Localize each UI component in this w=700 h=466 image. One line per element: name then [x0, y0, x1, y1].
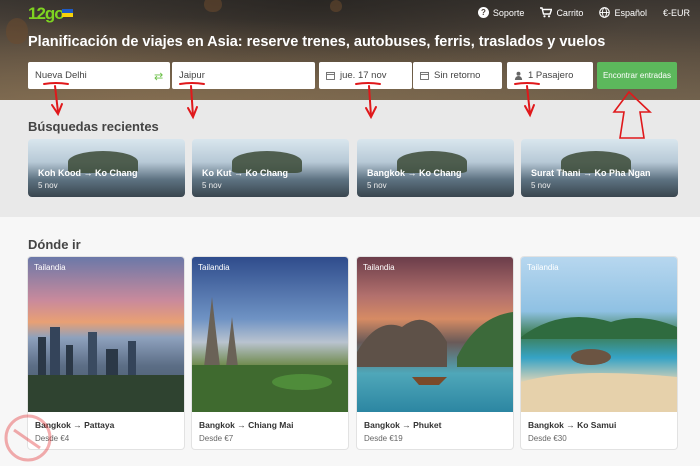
person-icon — [514, 71, 523, 80]
top-navigation: ? Soporte Carrito Español €-EUR — [477, 7, 690, 18]
recent-date: 5 nov — [202, 181, 222, 190]
recent-search-card[interactable]: Ko Kut → Ko Chang 5 nov — [192, 139, 349, 197]
destination-route: Bangkok → Phuket — [364, 420, 442, 430]
destination-image — [28, 257, 184, 412]
nav-support[interactable]: ? Soporte — [477, 7, 525, 18]
destination-route: Bangkok → Chiang Mai — [199, 420, 294, 430]
recent-route: Koh Kood → Ko Chang — [38, 168, 138, 178]
destination-card[interactable]: Tailandia Bangkok → Ko Samui Desde €30 — [521, 257, 677, 449]
nav-language[interactable]: Español — [599, 7, 647, 18]
passengers-field[interactable]: 1 Pasajero — [507, 62, 593, 89]
help-icon: ? — [477, 7, 489, 18]
nav-cart[interactable]: Carrito — [540, 7, 583, 18]
logo-text: 12go — [28, 4, 65, 23]
nav-language-label: Español — [614, 7, 647, 18]
recent-searches-heading: Búsquedas recientes — [28, 119, 159, 134]
destination-card[interactable]: Tailandia Bangkok → Chiang Mai Desde €7 — [192, 257, 348, 449]
balloon-decoration — [330, 0, 342, 12]
recent-date: 5 nov — [367, 181, 387, 190]
destination-card[interactable]: Tailandia Bangkok → Phuket Desde €19 — [357, 257, 513, 449]
calendar-icon — [326, 71, 335, 80]
nav-support-label: Soporte — [492, 7, 525, 18]
passengers-value: 1 Pasajero — [528, 70, 574, 81]
destination-image — [521, 257, 677, 412]
destination-price: Desde €4 — [35, 434, 70, 443]
nav-currency[interactable]: €-EUR — [663, 8, 690, 18]
cart-icon — [540, 7, 553, 18]
date-value: jue. 17 nov — [340, 70, 387, 81]
return-field[interactable]: Sin retorno — [413, 62, 502, 89]
origin-input[interactable] — [35, 70, 170, 81]
destination-input[interactable] — [179, 70, 315, 81]
country-tag: Tailandia — [363, 263, 395, 272]
destination-field[interactable] — [172, 62, 315, 89]
ukraine-flag-icon — [62, 9, 73, 17]
recent-date: 5 nov — [38, 181, 58, 190]
date-field[interactable]: jue. 17 nov — [319, 62, 412, 89]
recent-route: Bangkok → Ko Chang — [367, 168, 462, 178]
return-value: Sin retorno — [434, 70, 481, 81]
destination-price: Desde €7 — [199, 434, 234, 443]
destination-price: Desde €19 — [364, 434, 403, 443]
country-tag: Tailandia — [34, 263, 66, 272]
recent-route: Surat Thani → Ko Pha Ngan — [531, 168, 651, 178]
country-tag: Tailandia — [527, 263, 559, 272]
origin-field[interactable] — [28, 62, 170, 89]
recent-search-card[interactable]: Bangkok → Ko Chang 5 nov — [357, 139, 514, 197]
limestone-beach-image — [357, 312, 513, 385]
recent-search-card[interactable]: Surat Thani → Ko Pha Ngan 5 nov — [521, 139, 678, 197]
balloon-decoration — [6, 18, 28, 44]
calendar-icon — [420, 71, 429, 80]
recent-date: 5 nov — [531, 181, 551, 190]
destination-image — [192, 257, 348, 412]
destination-image — [357, 257, 513, 412]
nav-currency-label: €-EUR — [662, 7, 690, 18]
destination-route: Bangkok → Pattaya — [35, 420, 115, 430]
city-skyline-image — [28, 327, 184, 412]
destination-card[interactable]: Tailandia Bangkok → Pattaya Desde €4 — [28, 257, 184, 449]
globe-icon — [599, 7, 611, 18]
page-title: Planificación de viajes en Asia: reserve… — [28, 34, 606, 50]
nav-cart-label: Carrito — [556, 7, 584, 18]
country-tag: Tailandia — [198, 263, 230, 272]
recent-search-card[interactable]: Koh Kood → Ko Chang 5 nov — [28, 139, 185, 197]
recent-route: Ko Kut → Ko Chang — [202, 168, 288, 178]
tropical-beach-image — [521, 317, 677, 412]
site-logo[interactable]: 12go — [28, 4, 65, 24]
pagoda-image — [192, 297, 348, 412]
find-tickets-button[interactable]: Encontrar entradas — [597, 62, 677, 89]
swap-icon[interactable]: ⇄ — [154, 70, 163, 83]
destination-price: Desde €30 — [528, 434, 567, 443]
destination-route: Bangkok → Ko Samui — [528, 420, 617, 430]
destinations-heading: Dónde ir — [28, 237, 81, 252]
